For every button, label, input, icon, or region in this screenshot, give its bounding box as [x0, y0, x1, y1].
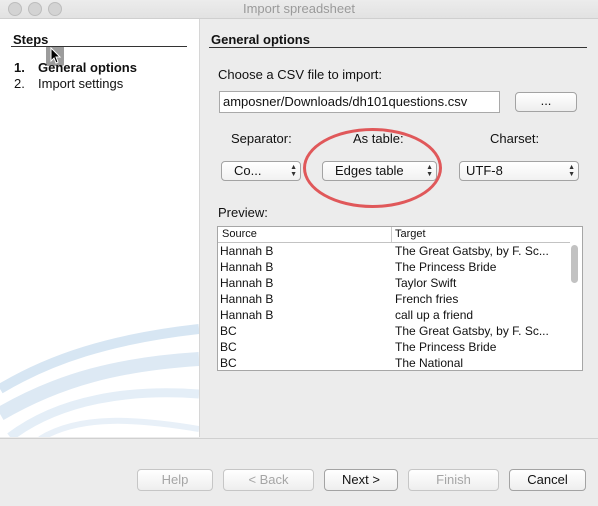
cell-target: call up a friend [395, 308, 474, 322]
cell-source: Hannah B [220, 260, 274, 274]
column-header-source[interactable]: Source [222, 227, 257, 241]
select-arrows-icon: ▲ ▼ [568, 164, 575, 178]
table-row[interactable]: Hannah B call up a friend [218, 307, 570, 323]
cell-target: The Princess Bride [395, 340, 497, 354]
step-general-options: 1. General options [14, 60, 137, 75]
charset-label: Charset: [490, 131, 540, 146]
cell-target: The Great Gatsby, by F. Sc... [395, 324, 549, 338]
separator-label: Separator: [231, 131, 292, 146]
charset-select[interactable]: UTF-8 ▲ ▼ [459, 161, 579, 181]
cancel-button[interactable]: Cancel [509, 469, 586, 491]
table-row[interactable]: Hannah B The Great Gatsby, by F. Sc... [218, 243, 570, 259]
cell-source: Hannah B [220, 292, 274, 306]
select-arrows-icon: ▲ ▼ [290, 164, 297, 178]
cell-target: The National [395, 356, 464, 370]
back-button[interactable]: < Back [223, 469, 314, 491]
cell-source: Hannah B [220, 308, 274, 322]
cell-target: The Princess Bride [395, 260, 497, 274]
cell-target: The Great Gatsby, by F. Sc... [395, 244, 549, 258]
file-label: Choose a CSV file to import: [218, 67, 383, 82]
separator-select[interactable]: Co... ▲ ▼ [221, 161, 301, 181]
annotation-circle [303, 128, 442, 208]
cell-target: Taylor Swift [395, 276, 457, 290]
table-row[interactable]: BC The Princess Bride [218, 339, 570, 355]
finish-button[interactable]: Finish [408, 469, 499, 491]
steps-divider [11, 46, 187, 47]
vertical-scrollbar[interactable] [569, 242, 580, 370]
cell-source: BC [220, 356, 237, 370]
cell-source: Hannah B [220, 244, 274, 258]
preview-label: Preview: [218, 205, 268, 220]
section-divider [209, 47, 587, 48]
browse-button[interactable]: ... [515, 92, 577, 112]
help-button[interactable]: Help [137, 469, 213, 491]
cell-target: French fries [395, 292, 459, 306]
table-row[interactable]: Hannah B The Princess Bride [218, 259, 570, 275]
file-path-field[interactable]: amposner/Downloads/dh101questions.csv [219, 91, 500, 113]
title-bar: Import spreadsheet [0, 0, 598, 19]
section-title: General options [211, 32, 310, 47]
step-import-settings: 2. Import settings [14, 76, 124, 91]
table-header: Source Target [218, 227, 570, 243]
cell-source: Hannah B [220, 276, 274, 290]
column-divider [391, 227, 392, 242]
next-button[interactable]: Next > [324, 469, 398, 491]
footer-divider [0, 438, 598, 439]
scrollbar-thumb[interactable] [571, 245, 578, 283]
table-row[interactable]: Hannah B French fries [218, 291, 570, 307]
column-header-target[interactable]: Target [395, 227, 426, 241]
decorative-swoosh [0, 324, 199, 437]
steps-title: Steps [13, 32, 49, 47]
steps-panel: Steps 1. General options 2. Import setting… [0, 19, 200, 437]
preview-table[interactable]: Source Target Hannah B The Great Gatsby,… [217, 226, 583, 371]
table-row[interactable]: BC The Great Gatsby, by F. Sc... [218, 323, 570, 339]
cell-source: BC [220, 340, 237, 354]
window-title: Import spreadsheet [242, 1, 355, 16]
cell-source: BC [220, 324, 237, 338]
table-row[interactable]: Hannah B Taylor Swift [218, 275, 570, 291]
table-row[interactable]: BC The National [218, 355, 570, 370]
